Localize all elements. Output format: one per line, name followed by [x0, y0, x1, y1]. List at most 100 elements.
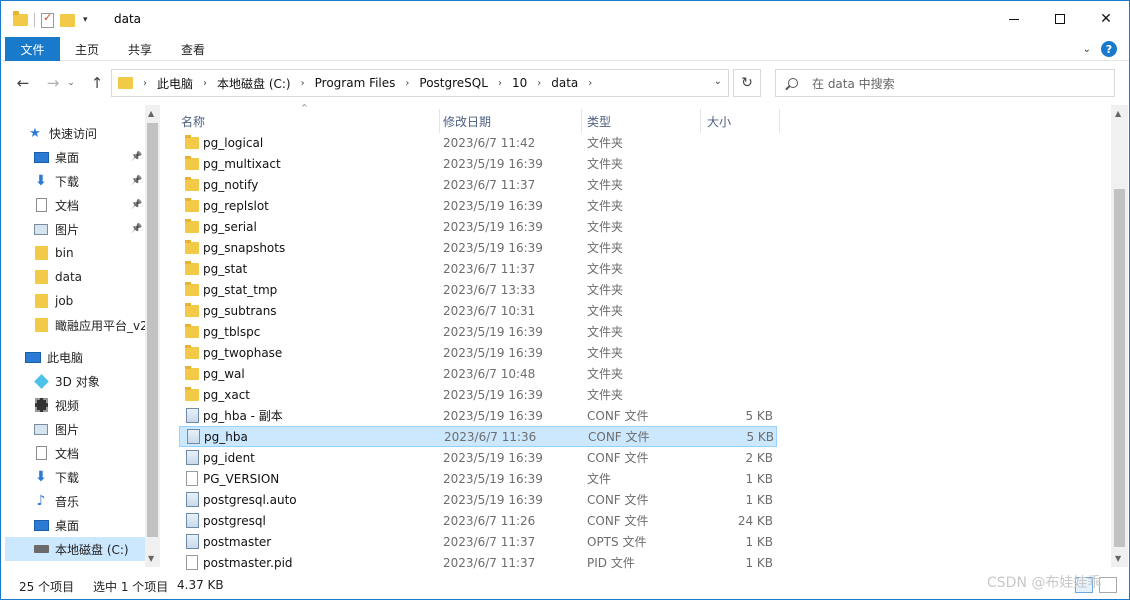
large-icons-view-button[interactable]: [1099, 577, 1117, 593]
sidebar-item[interactable]: 文档 📌: [5, 193, 145, 217]
sidebar-item-label: 下载: [55, 470, 80, 485]
folder-icon: [185, 197, 199, 213]
breadcrumb-item[interactable]: data: [551, 76, 578, 90]
sidebar-item[interactable]: 桌面 📌: [5, 145, 145, 169]
tab-share[interactable]: 共享: [128, 37, 152, 61]
file-row[interactable]: pg_stat 2023/6/7 11:37 文件夹: [179, 258, 777, 279]
file-icon-shape: [185, 260, 199, 275]
sidebar-item[interactable]: ⬇ 下载 📌: [5, 169, 145, 193]
file-row[interactable]: pg_snapshots 2023/5/19 16:39 文件夹: [179, 237, 777, 258]
sidebar-item[interactable]: 视频: [5, 393, 145, 417]
properties-icon[interactable]: [41, 11, 54, 28]
file-row[interactable]: pg_hba - 副本 2023/5/19 16:39 CONF 文件 5 KB: [179, 405, 777, 426]
tab-home[interactable]: 主页: [75, 37, 99, 61]
scroll-up-icon[interactable]: ▲: [148, 109, 154, 118]
column-header-type[interactable]: 类型: [587, 109, 611, 133]
column-header-date[interactable]: 修改日期: [443, 109, 491, 133]
column-header-size[interactable]: 大小: [707, 109, 731, 133]
scrollbar-thumb[interactable]: [1114, 189, 1125, 547]
file-row[interactable]: pg_ident 2023/5/19 16:39 CONF 文件 2 KB: [179, 447, 777, 468]
sidebar-item[interactable]: 图片: [5, 417, 145, 441]
minimize-icon: [1009, 18, 1019, 20]
column-divider[interactable]: [700, 109, 701, 133]
scroll-up-icon[interactable]: ▲: [1115, 109, 1121, 118]
sidebar-item[interactable]: data: [5, 265, 145, 289]
sidebar-item[interactable]: ♪ 音乐: [5, 489, 145, 513]
scroll-down-icon[interactable]: ▼: [148, 554, 154, 563]
scrollbar-thumb[interactable]: [147, 123, 158, 537]
chevron-right-icon[interactable]: ›: [588, 78, 592, 89]
file-icon-shape: [185, 176, 199, 191]
chevron-right-icon[interactable]: ›: [143, 78, 147, 89]
sidebar-item[interactable]: ★ 快速访问: [5, 121, 145, 145]
file-size: 1 KB: [745, 471, 773, 486]
scroll-down-icon[interactable]: ▼: [1115, 554, 1121, 563]
column-header-name[interactable]: 名称: [181, 109, 205, 133]
breadcrumb-item[interactable]: Program Files: [315, 76, 396, 90]
file-row[interactable]: PG_VERSION 2023/5/19 16:39 文件 1 KB: [179, 468, 777, 489]
file-row[interactable]: pg_twophase 2023/5/19 16:39 文件夹: [179, 342, 777, 363]
file-row[interactable]: pg_xact 2023/5/19 16:39 文件夹: [179, 384, 777, 405]
sidebar-item[interactable]: 文档: [5, 441, 145, 465]
chevron-right-icon[interactable]: ›: [203, 78, 207, 89]
sidebar-item[interactable]: 3D 对象: [5, 369, 145, 393]
chevron-down-icon[interactable]: ⌄: [714, 76, 722, 87]
file-row[interactable]: postgresql.auto 2023/5/19 16:39 CONF 文件 1 K…: [179, 489, 777, 510]
breadcrumb-item[interactable]: PostgreSQL: [419, 76, 488, 90]
file-list-scrollbar[interactable]: ▲ ▼: [1111, 105, 1128, 567]
expand-ribbon-icon[interactable]: ⌄: [1083, 44, 1091, 55]
file-row[interactable]: pg_subtrans 2023/6/7 10:31 文件夹: [179, 300, 777, 321]
column-divider[interactable]: [779, 109, 780, 133]
column-divider[interactable]: [581, 109, 582, 133]
sidebar-item[interactable]: 图片 📌: [5, 217, 145, 241]
up-button[interactable]: ↑: [87, 73, 107, 93]
file-row[interactable]: pg_logical 2023/6/7 11:42 文件夹: [179, 132, 777, 153]
chevron-down-icon[interactable]: ▾: [83, 15, 88, 25]
tab-view[interactable]: 查看: [181, 37, 205, 61]
column-divider[interactable]: [439, 109, 440, 133]
chevron-right-icon[interactable]: ›: [301, 78, 305, 89]
sidebar-item[interactable]: 瞰融应用平台_v2: [5, 313, 145, 337]
file-row[interactable]: pg_replslot 2023/5/19 16:39 文件夹: [179, 195, 777, 216]
tab-file[interactable]: 文件: [5, 37, 60, 61]
desktop-icon: [33, 150, 49, 164]
file-row[interactable]: pg_hba 2023/6/7 11:36 CONF 文件 5 KB: [179, 426, 777, 447]
close-button[interactable]: ✕: [1083, 1, 1129, 37]
help-icon[interactable]: ?: [1101, 41, 1117, 57]
search-input[interactable]: 在 data 中搜索: [775, 69, 1115, 97]
breadcrumb-item[interactable]: 10: [512, 76, 527, 90]
maximize-button[interactable]: [1037, 1, 1083, 37]
sidebar-item[interactable]: job: [5, 289, 145, 313]
file-row[interactable]: postmaster 2023/6/7 11:37 OPTS 文件 1 KB: [179, 531, 777, 552]
forward-button[interactable]: →: [43, 73, 63, 93]
chevron-right-icon[interactable]: ›: [537, 78, 541, 89]
file-row[interactable]: pg_serial 2023/5/19 16:39 文件夹: [179, 216, 777, 237]
chevron-right-icon[interactable]: ›: [498, 78, 502, 89]
file-row[interactable]: pg_tblspc 2023/5/19 16:39 文件夹: [179, 321, 777, 342]
file-row[interactable]: pg_multixact 2023/5/19 16:39 文件夹: [179, 153, 777, 174]
sidebar-item[interactable]: bin: [5, 241, 145, 265]
minimize-button[interactable]: [991, 1, 1037, 37]
breadcrumb-item[interactable]: 本地磁盘 (C:): [217, 75, 291, 92]
recent-locations-icon[interactable]: ⌄: [65, 73, 77, 93]
toolbar-divider: [34, 13, 35, 27]
file-row[interactable]: postmaster.pid 2023/6/7 11:37 PID 文件 1 KB: [179, 552, 777, 573]
chevron-right-icon[interactable]: ›: [405, 78, 409, 89]
refresh-button[interactable]: ↻: [733, 69, 761, 97]
file-row[interactable]: pg_stat_tmp 2023/6/7 13:33 文件夹: [179, 279, 777, 300]
sidebar-item[interactable]: 本地磁盘 (C:): [5, 537, 145, 561]
sidebar-item[interactable]: 桌面: [5, 513, 145, 537]
file-row[interactable]: pg_notify 2023/6/7 11:37 文件夹: [179, 174, 777, 195]
title-bar: ▾ data ✕: [1, 1, 1129, 37]
new-folder-icon[interactable]: [60, 13, 75, 27]
address-bar[interactable]: › 此电脑 › 本地磁盘 (C:) › Program Files › Post…: [111, 69, 729, 97]
sidebar-item-label: data: [55, 270, 83, 284]
sidebar-item[interactable]: 此电脑: [5, 345, 145, 369]
back-button[interactable]: ←: [13, 73, 33, 93]
sidebar-item[interactable]: ⬇ 下载: [5, 465, 145, 489]
drive-icon-shape: [33, 545, 49, 553]
file-row[interactable]: pg_wal 2023/6/7 10:48 文件夹: [179, 363, 777, 384]
file-row[interactable]: postgresql 2023/6/7 11:26 CONF 文件 24 KB: [179, 510, 777, 531]
breadcrumb-item[interactable]: 此电脑: [157, 75, 193, 92]
navigation-pane-scrollbar[interactable]: ▲ ▼: [145, 105, 160, 567]
